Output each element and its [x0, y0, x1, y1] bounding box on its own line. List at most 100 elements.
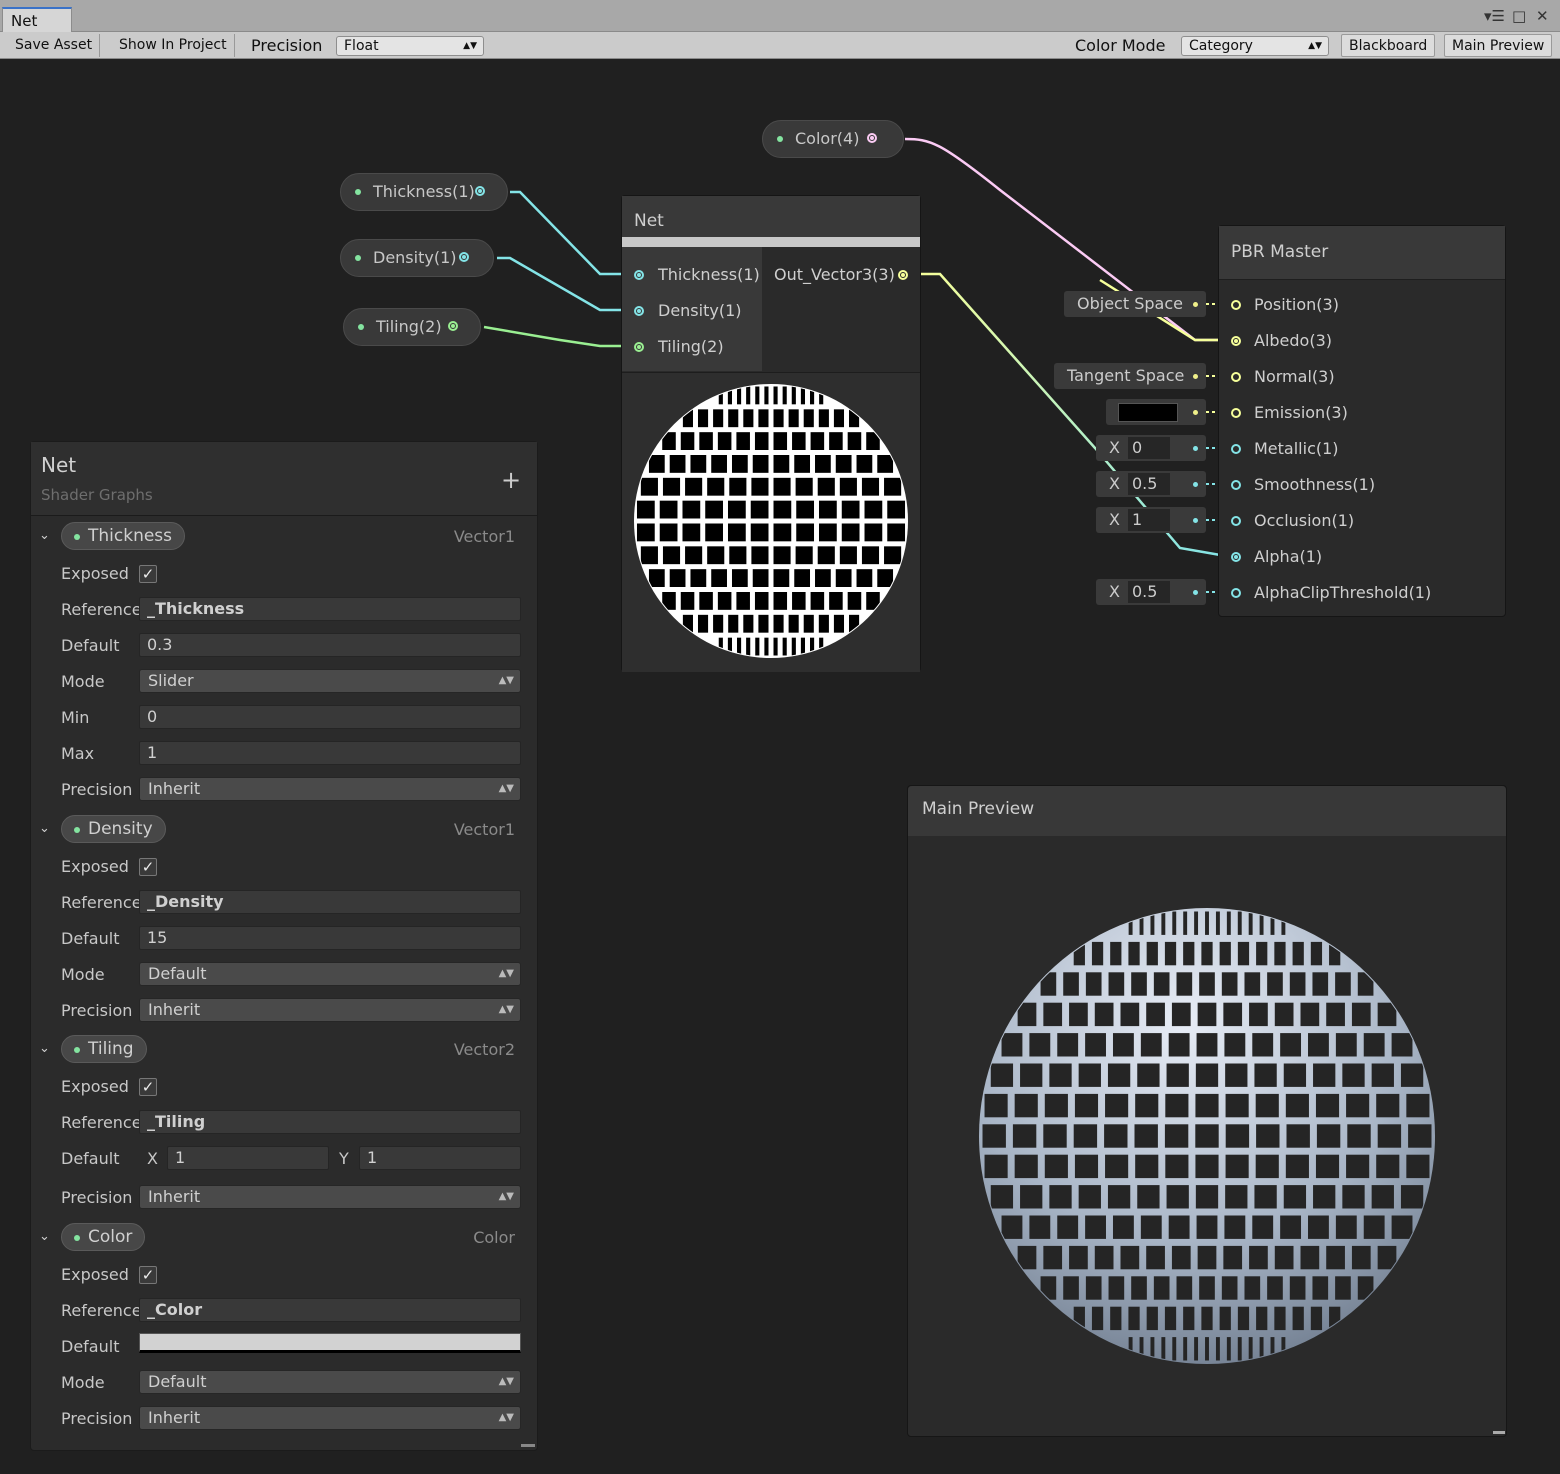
net-cell: [1285, 1093, 1309, 1118]
precision-dropdown[interactable]: Inherit ▲▼: [139, 777, 521, 801]
exposed-checkbox[interactable]: ✓: [139, 565, 157, 583]
menu-icon[interactable]: ▾☰: [1484, 7, 1505, 25]
input-port-normal[interactable]: [1231, 372, 1241, 382]
main-preview-sphere[interactable]: [908, 836, 1506, 1436]
alpha-clip-value[interactable]: 0.5: [1128, 581, 1170, 603]
output-port[interactable]: [475, 186, 485, 196]
net-cell: [1012, 1124, 1037, 1148]
tab-net[interactable]: Net: [2, 7, 72, 32]
input-port-smoothness[interactable]: [1231, 480, 1241, 490]
resize-handle[interactable]: [521, 1444, 535, 1447]
close-icon[interactable]: ✕: [1536, 7, 1549, 25]
precision-dropdown[interactable]: Inherit ▲▼: [139, 1185, 521, 1209]
input-port-metallic[interactable]: [1231, 444, 1241, 454]
min-field[interactable]: 0: [139, 705, 521, 729]
net-cell: [1377, 1124, 1402, 1148]
main-preview-panel[interactable]: Main Preview: [907, 785, 1507, 1437]
reference-field[interactable]: _Color: [139, 1298, 521, 1322]
property-pill-density[interactable]: Density: [61, 815, 166, 843]
property-pill-color[interactable]: Color: [61, 1223, 146, 1251]
exposed-checkbox[interactable]: ✓: [139, 1266, 157, 1284]
net-cell: [1104, 1124, 1128, 1148]
input-port-albedo[interactable]: [1231, 336, 1241, 346]
collapse-chevron-icon[interactable]: ⌄: [39, 1041, 50, 1056]
metallic-field[interactable]: X 0: [1096, 435, 1206, 461]
precision-dropdown[interactable]: Float ▲▼: [336, 36, 484, 56]
property-node-density[interactable]: Density(1): [340, 239, 494, 277]
property-node-color[interactable]: Color(4): [762, 120, 904, 158]
property-node-thickness[interactable]: Thickness(1): [340, 173, 508, 211]
default-color-swatch[interactable]: [139, 1333, 521, 1353]
collapse-chevron-icon[interactable]: ⌄: [39, 821, 50, 836]
color-mode-dropdown[interactable]: Category ▲▼: [1181, 36, 1329, 56]
input-port-occlusion[interactable]: [1231, 516, 1241, 526]
blackboard-panel[interactable]: Net Shader Graphs + ⌄ Thickness Vector1 …: [30, 441, 538, 1451]
occlusion-field[interactable]: X 1: [1096, 507, 1206, 533]
net-cell: [662, 546, 681, 565]
net-cell: [648, 455, 665, 473]
default-field[interactable]: 15: [139, 926, 521, 950]
net-cell: [659, 523, 678, 542]
dropdown-arrow-icon: ▲▼: [498, 1191, 514, 1202]
property-pill-tiling[interactable]: Tiling: [61, 1035, 147, 1063]
output-port[interactable]: [459, 252, 469, 262]
graph-canvas[interactable]: Color(4) Thickness(1) Density(1) Tiling(…: [0, 60, 1560, 1474]
net-cell: [990, 1185, 1014, 1209]
net-cell: [788, 614, 799, 633]
max-field[interactable]: 1: [139, 741, 521, 765]
input-slot-tiling: Tiling(2): [658, 337, 724, 356]
input-port-position[interactable]: [1231, 300, 1241, 310]
main-preview-toggle[interactable]: Main Preview: [1444, 34, 1553, 57]
emission-color-swatch[interactable]: [1118, 403, 1178, 422]
input-port-alpha-clip[interactable]: [1231, 588, 1241, 598]
reference-field[interactable]: _Density: [139, 890, 521, 914]
reference-field[interactable]: _Thickness: [139, 597, 521, 621]
save-asset-button[interactable]: Save Asset: [8, 34, 101, 57]
smoothness-value[interactable]: 0.5: [1128, 473, 1170, 495]
collapse-chevron-icon[interactable]: ⌄: [39, 528, 50, 543]
default-y-field[interactable]: 1: [359, 1146, 521, 1170]
precision-dropdown[interactable]: Inherit ▲▼: [139, 998, 521, 1022]
net-cell: [636, 500, 655, 519]
mode-dropdown[interactable]: Default ▲▼: [139, 1370, 521, 1394]
alpha-clip-field[interactable]: X 0.5: [1096, 579, 1206, 605]
exposed-checkbox[interactable]: ✓: [139, 858, 157, 876]
input-port-alpha[interactable]: [1231, 552, 1241, 562]
x-label: X: [1109, 510, 1120, 529]
mode-dropdown[interactable]: Slider ▲▼: [139, 669, 521, 693]
net-cell: [662, 477, 681, 496]
add-property-button[interactable]: +: [501, 466, 521, 494]
net-cell: [1289, 972, 1306, 996]
exposed-checkbox[interactable]: ✓: [139, 1078, 157, 1096]
metallic-value[interactable]: 0: [1128, 437, 1170, 459]
input-port-emission[interactable]: [1231, 408, 1241, 418]
pbr-master-node[interactable]: PBR Master Position(3) Albedo(3) Normal(…: [1218, 225, 1506, 617]
blackboard-toggle[interactable]: Blackboard: [1341, 34, 1436, 57]
output-port-vector3[interactable]: [898, 270, 908, 280]
mode-dropdown[interactable]: Default ▲▼: [139, 962, 521, 986]
occlusion-value[interactable]: 1: [1128, 509, 1170, 531]
default-x-field[interactable]: 1: [167, 1146, 329, 1170]
input-port-density[interactable]: [634, 306, 644, 316]
smoothness-field[interactable]: X 0.5: [1096, 471, 1206, 497]
property-node-tiling[interactable]: Tiling(2): [343, 308, 481, 346]
resize-handle[interactable]: [1493, 1431, 1505, 1434]
normal-space-field[interactable]: Tangent Space: [1054, 363, 1206, 389]
property-pill-thickness[interactable]: Thickness: [61, 522, 186, 550]
slot-alpha-clip-threshold: AlphaClipThreshold(1): [1254, 583, 1432, 602]
reference-field[interactable]: _Tiling: [139, 1110, 521, 1134]
collapse-chevron-icon[interactable]: ⌄: [39, 1229, 50, 1244]
position-space-field[interactable]: Object Space: [1064, 291, 1206, 317]
emission-color-field[interactable]: [1106, 399, 1206, 425]
output-port[interactable]: [448, 321, 458, 331]
precision-dropdown[interactable]: Inherit ▲▼: [139, 1406, 521, 1430]
show-in-project-button[interactable]: Show In Project: [112, 34, 235, 57]
input-port-thickness[interactable]: [634, 270, 644, 280]
net-node[interactable]: Net Thickness(1) Density(1) Tiling(2) Ou…: [621, 195, 921, 672]
net-cell: [1139, 911, 1144, 935]
output-port[interactable]: [867, 133, 877, 143]
net-cell: [1146, 941, 1158, 966]
maximize-icon[interactable]: □: [1512, 7, 1526, 25]
input-port-tiling[interactable]: [634, 342, 644, 352]
default-field[interactable]: 0.3: [139, 633, 521, 657]
